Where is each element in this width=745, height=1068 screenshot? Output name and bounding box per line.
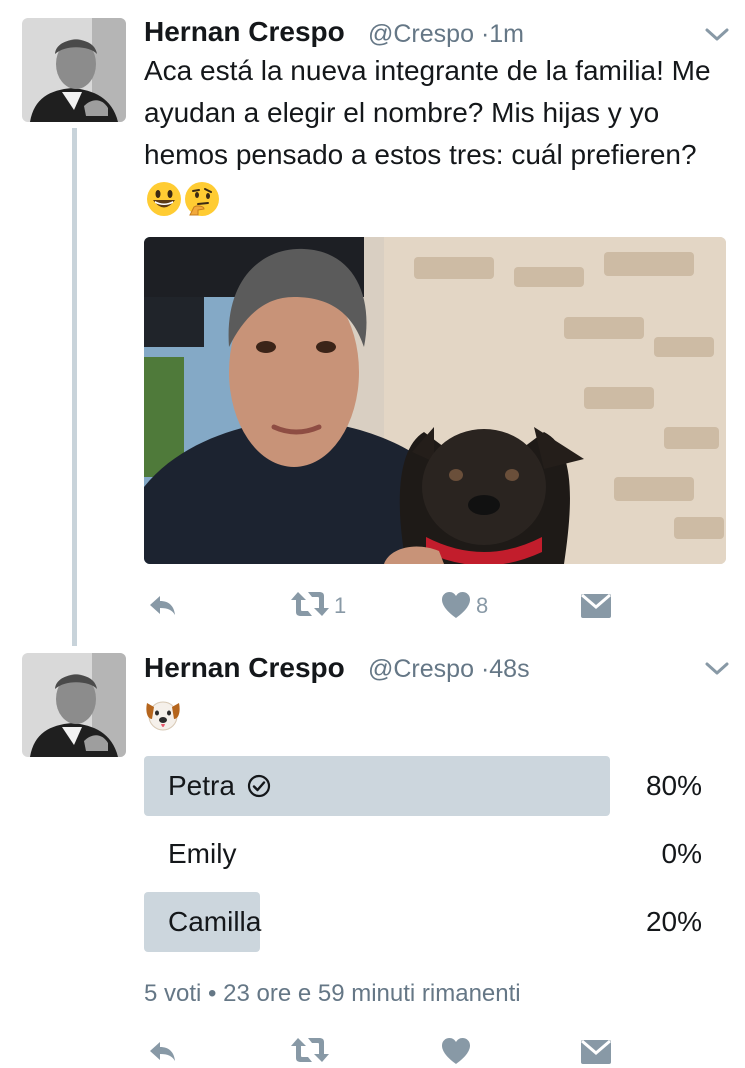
- tweet-text: Aca está la nueva integrante de la famil…: [144, 50, 724, 218]
- retweet-icon[interactable]: [290, 588, 330, 620]
- poll-option-text: Petra: [168, 770, 235, 801]
- poll-option-label: Camilla: [168, 906, 262, 937]
- chevron-down-icon[interactable]: [704, 660, 730, 678]
- avatar[interactable]: [22, 18, 126, 122]
- poll-percentage: 0%: [661, 838, 702, 869]
- thinking-face-icon: [185, 181, 219, 216]
- tweet-text-content: Aca está la nueva integrante de la famil…: [144, 55, 711, 170]
- timestamp[interactable]: 48s: [489, 655, 529, 683]
- tweet-meta: @Crespo ·1m: [368, 20, 524, 49]
- dog-face-icon: [146, 701, 180, 731]
- reply-icon[interactable]: [146, 1034, 178, 1066]
- tweet-meta: @Crespo ·48s: [368, 655, 530, 684]
- display-name[interactable]: Hernan Crespo: [144, 16, 345, 48]
- poll-dot: •: [208, 980, 217, 1007]
- chevron-down-icon[interactable]: [704, 26, 730, 44]
- poll-time-remaining: 23 ore e 59 minuti rimanenti: [223, 980, 521, 1007]
- poll-footer: 5 voti • 23 ore e 59 minuti rimanenti: [144, 980, 521, 1008]
- poll-option-camilla[interactable]: Camilla 20%: [144, 892, 704, 952]
- reply-icon[interactable]: [146, 588, 178, 620]
- handle[interactable]: @Crespo: [368, 20, 474, 48]
- like-count: 8: [476, 593, 489, 618]
- retweet-count: 1: [334, 593, 347, 618]
- avatar[interactable]: [22, 653, 126, 757]
- timestamp[interactable]: 1m: [489, 20, 524, 48]
- direct-message-icon[interactable]: [580, 590, 612, 622]
- poll-percentage: 20%: [645, 906, 702, 937]
- heart-icon[interactable]: [441, 589, 471, 621]
- poll-votes: 5 voti: [144, 980, 202, 1007]
- poll-option-label: Emily: [168, 838, 237, 869]
- poll-option-petra[interactable]: Petra 80%: [144, 756, 704, 816]
- direct-message-icon[interactable]: [580, 1036, 612, 1068]
- thread-line: [72, 128, 77, 646]
- retweet-icon[interactable]: [290, 1034, 330, 1066]
- poll-percentage: 80%: [645, 770, 702, 801]
- display-name[interactable]: Hernan Crespo: [144, 652, 345, 684]
- poll-option-emily[interactable]: Emily 0%: [144, 824, 704, 884]
- tweet-photo[interactable]: [144, 237, 726, 564]
- poll-option-label: Petra: [168, 770, 271, 802]
- handle[interactable]: @Crespo: [368, 655, 474, 683]
- heart-icon[interactable]: [441, 1035, 471, 1067]
- grinning-face-icon: [147, 181, 181, 216]
- check-circle-icon: [247, 774, 270, 798]
